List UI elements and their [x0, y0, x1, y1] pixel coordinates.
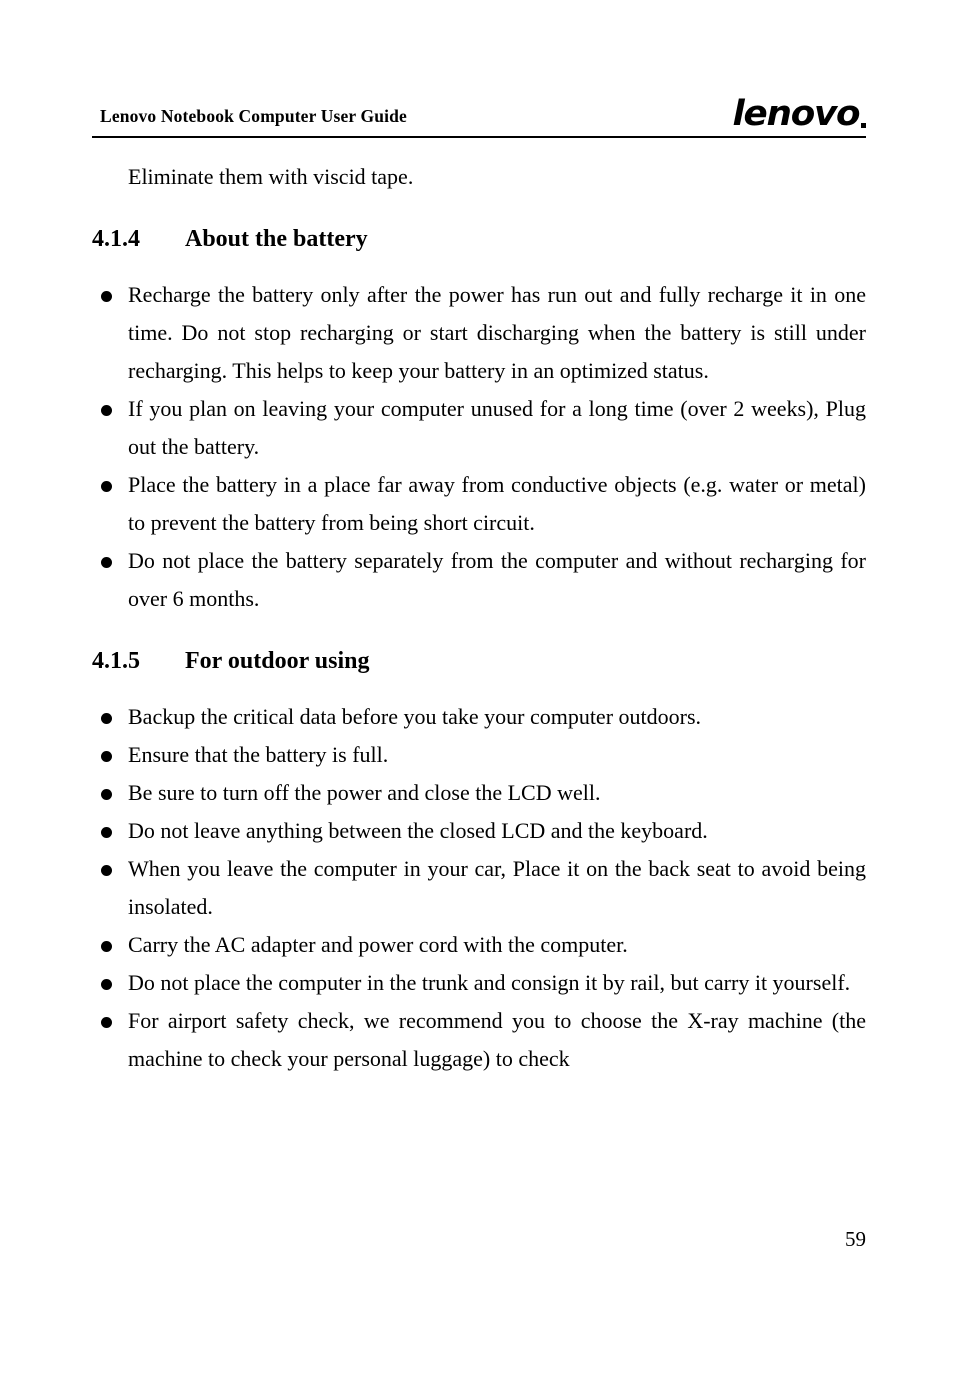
list-item: Do not place the computer in the trunk a…	[92, 964, 866, 1002]
list-item: Place the battery in a place far away fr…	[92, 466, 866, 542]
list-item-text: Place the battery in a place far away fr…	[128, 472, 866, 535]
page-header: Lenovo Notebook Computer User Guide leno…	[92, 96, 866, 138]
document-page: Lenovo Notebook Computer User Guide leno…	[0, 0, 954, 1386]
lenovo-logo: lenovo	[732, 94, 866, 134]
bullet-icon	[101, 865, 112, 876]
list-item-text: Ensure that the battery is full.	[128, 742, 389, 767]
section-heading-414: 4.1.4 About the battery	[92, 196, 866, 262]
section-heading-415: 4.1.5 For outdoor using	[92, 618, 866, 684]
list-item-text: For airport safety check, we recommend y…	[128, 1008, 866, 1071]
list-item: Carry the AC adapter and power cord with…	[92, 926, 866, 964]
bullet-icon	[101, 291, 112, 302]
list-item-text: When you leave the computer in your car,…	[128, 856, 866, 919]
trademark-dot-icon	[861, 123, 866, 128]
section-title: About the battery	[185, 226, 368, 252]
bullet-icon	[101, 405, 112, 416]
bullet-icon	[101, 1017, 112, 1028]
list-item: Do not leave anything between the closed…	[92, 812, 866, 850]
bullet-icon	[101, 827, 112, 838]
bullet-icon	[101, 557, 112, 568]
list-item-text: Do not place the battery separately from…	[128, 548, 866, 611]
list-item-text: Backup the critical data before you take…	[128, 704, 702, 729]
list-item-text: Recharge the battery only after the powe…	[128, 282, 866, 383]
lenovo-logo-text: lenovo	[732, 94, 860, 134]
bullet-icon	[101, 941, 112, 952]
list-item: Ensure that the battery is full.	[92, 736, 866, 774]
bullet-icon	[101, 481, 112, 492]
section-number: 4.1.4	[92, 226, 140, 252]
list-item-text: Carry the AC adapter and power cord with…	[128, 932, 628, 957]
section-title: For outdoor using	[185, 648, 370, 674]
list-item-text: Do not place the computer in the trunk a…	[128, 970, 851, 995]
list-item: Recharge the battery only after the powe…	[92, 276, 866, 390]
list-item-text: Do not leave anything between the closed…	[128, 818, 708, 843]
list-item-text: If you plan on leaving your computer unu…	[128, 396, 866, 459]
bullet-icon	[101, 751, 112, 762]
bullet-icon	[101, 789, 112, 800]
header-title: Lenovo Notebook Computer User Guide	[100, 106, 407, 126]
section-number: 4.1.5	[92, 648, 140, 674]
list-item: When you leave the computer in your car,…	[92, 850, 866, 926]
list-item: Backup the critical data before you take…	[92, 698, 866, 736]
page-content: Eliminate them with viscid tape. 4.1.4 A…	[92, 152, 866, 1078]
list-item: Do not place the battery separately from…	[92, 542, 866, 618]
list-item: If you plan on leaving your computer unu…	[92, 390, 866, 466]
bullet-list-414: Recharge the battery only after the powe…	[92, 262, 866, 618]
list-item-text: Be sure to turn off the power and close …	[128, 780, 601, 805]
bullet-icon	[101, 713, 112, 724]
bullet-list-415: Backup the critical data before you take…	[92, 684, 866, 1078]
list-item: Be sure to turn off the power and close …	[92, 774, 866, 812]
list-item: For airport safety check, we recommend y…	[92, 1002, 866, 1078]
bullet-icon	[101, 979, 112, 990]
page-number: 59	[845, 1227, 866, 1251]
lead-paragraph: Eliminate them with viscid tape.	[128, 164, 414, 189]
